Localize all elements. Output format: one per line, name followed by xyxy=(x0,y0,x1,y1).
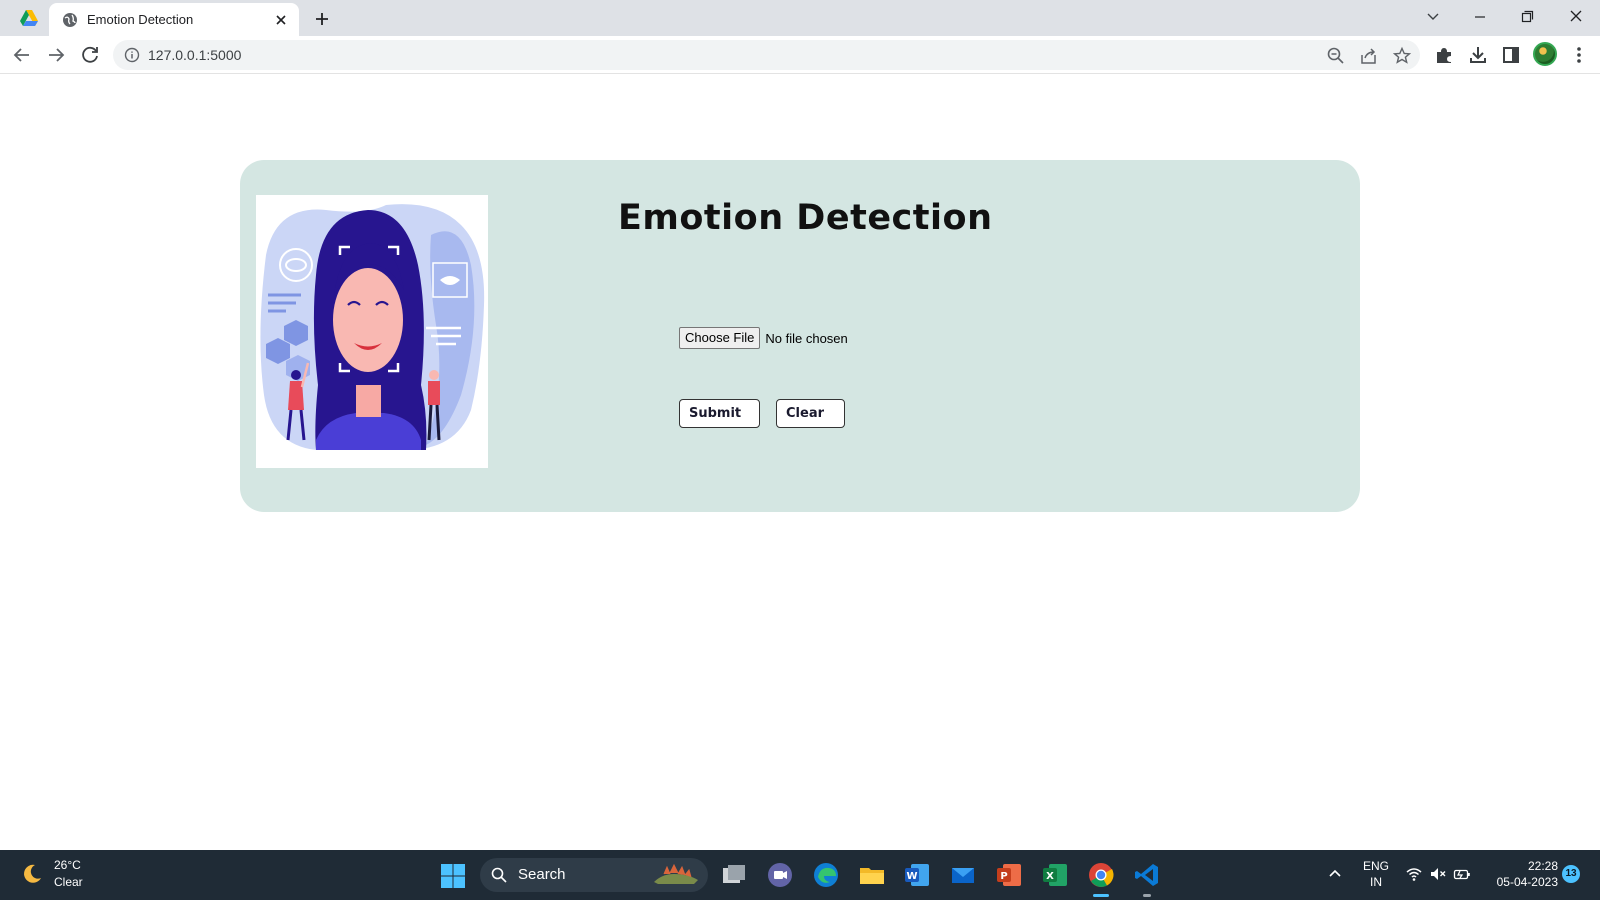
notification-badge[interactable]: 13 xyxy=(1562,865,1580,883)
weather-condition[interactable]: Clear xyxy=(54,875,83,889)
word-icon[interactable]: W xyxy=(903,861,931,889)
emotion-detection-card: Emotion Detection Choose File No file ch… xyxy=(240,160,1360,512)
weather-temperature[interactable]: 26°C xyxy=(54,858,81,872)
browser-toolbar: 127.0.0.1:5000 xyxy=(0,36,1600,74)
chrome-icon[interactable] xyxy=(1087,861,1115,889)
svg-text:W: W xyxy=(906,871,917,882)
search-icon xyxy=(491,867,507,883)
edge-browser-icon[interactable] xyxy=(812,861,840,889)
url-text[interactable]: 127.0.0.1:5000 xyxy=(148,46,241,64)
mail-icon[interactable] xyxy=(949,861,977,889)
share-icon[interactable] xyxy=(1359,46,1379,66)
file-upload-input[interactable]: Choose File No file chosen xyxy=(679,327,848,349)
windows-start-icon[interactable] xyxy=(440,863,466,889)
clock-date[interactable]: 05-04-2023 xyxy=(1478,875,1558,889)
google-drive-icon[interactable] xyxy=(19,8,39,28)
clear-button[interactable]: Clear xyxy=(776,399,845,428)
address-bar[interactable]: 127.0.0.1:5000 xyxy=(113,40,1420,70)
teams-chat-icon[interactable] xyxy=(766,861,794,889)
file-status-text: No file chosen xyxy=(765,330,848,346)
vscode-running-indicator xyxy=(1143,894,1151,897)
face-recognition-illustration xyxy=(256,195,488,468)
svg-text:P: P xyxy=(1000,871,1007,882)
show-hidden-icons-chevron-icon[interactable] xyxy=(1326,865,1344,883)
globe-icon xyxy=(63,13,77,27)
kebab-menu-icon[interactable] xyxy=(1568,44,1590,66)
minimize-icon[interactable] xyxy=(1468,6,1492,28)
task-view-icon[interactable] xyxy=(720,861,748,889)
chrome-running-indicator xyxy=(1093,894,1109,897)
language-indicator[interactable]: ENG xyxy=(1362,859,1390,873)
powerpoint-icon[interactable]: P xyxy=(995,861,1023,889)
illustration-svg xyxy=(260,204,485,450)
tab-search-chevron-icon[interactable] xyxy=(1421,6,1445,28)
extensions-puzzle-icon[interactable] xyxy=(1433,44,1455,66)
submit-button[interactable]: Submit xyxy=(679,399,760,428)
windows-taskbar: 26°C Clear Search W P X ENG IN 22:28 05-… xyxy=(0,850,1600,900)
bookmark-star-icon[interactable] xyxy=(1392,46,1412,66)
browser-tab-strip: Emotion Detection xyxy=(0,0,1600,36)
back-arrow-icon[interactable] xyxy=(10,43,34,67)
site-info-icon[interactable] xyxy=(124,47,140,63)
stegosaurus-highlight-icon xyxy=(654,863,698,884)
svg-text:X: X xyxy=(1046,871,1054,882)
file-explorer-icon[interactable] xyxy=(858,861,886,889)
wifi-icon[interactable] xyxy=(1405,865,1423,883)
excel-icon[interactable]: X xyxy=(1041,861,1069,889)
close-window-icon[interactable] xyxy=(1564,6,1588,28)
moon-weather-icon[interactable] xyxy=(20,862,44,886)
forward-arrow-icon[interactable] xyxy=(44,43,68,67)
new-tab-plus-icon[interactable] xyxy=(311,8,333,30)
download-icon[interactable] xyxy=(1467,44,1489,66)
side-panel-icon[interactable] xyxy=(1500,44,1522,66)
profile-avatar[interactable] xyxy=(1533,42,1557,66)
tab-emotion-detection[interactable]: Emotion Detection xyxy=(49,3,299,36)
zoom-icon[interactable] xyxy=(1326,46,1346,66)
battery-icon[interactable] xyxy=(1453,865,1471,883)
clock-time[interactable]: 22:28 xyxy=(1478,859,1558,873)
close-tab-icon[interactable] xyxy=(273,12,289,28)
search-label: Search xyxy=(518,866,566,883)
vscode-icon[interactable] xyxy=(1133,861,1161,889)
choose-file-button[interactable]: Choose File xyxy=(679,327,761,349)
tab-title: Emotion Detection xyxy=(87,12,194,27)
taskbar-search[interactable]: Search xyxy=(480,858,708,892)
restore-icon[interactable] xyxy=(1515,6,1539,28)
page-title: Emotion Detection xyxy=(618,198,993,238)
volume-muted-icon[interactable] xyxy=(1429,865,1447,883)
reload-icon[interactable] xyxy=(78,43,102,67)
language-region[interactable]: IN xyxy=(1362,875,1390,889)
